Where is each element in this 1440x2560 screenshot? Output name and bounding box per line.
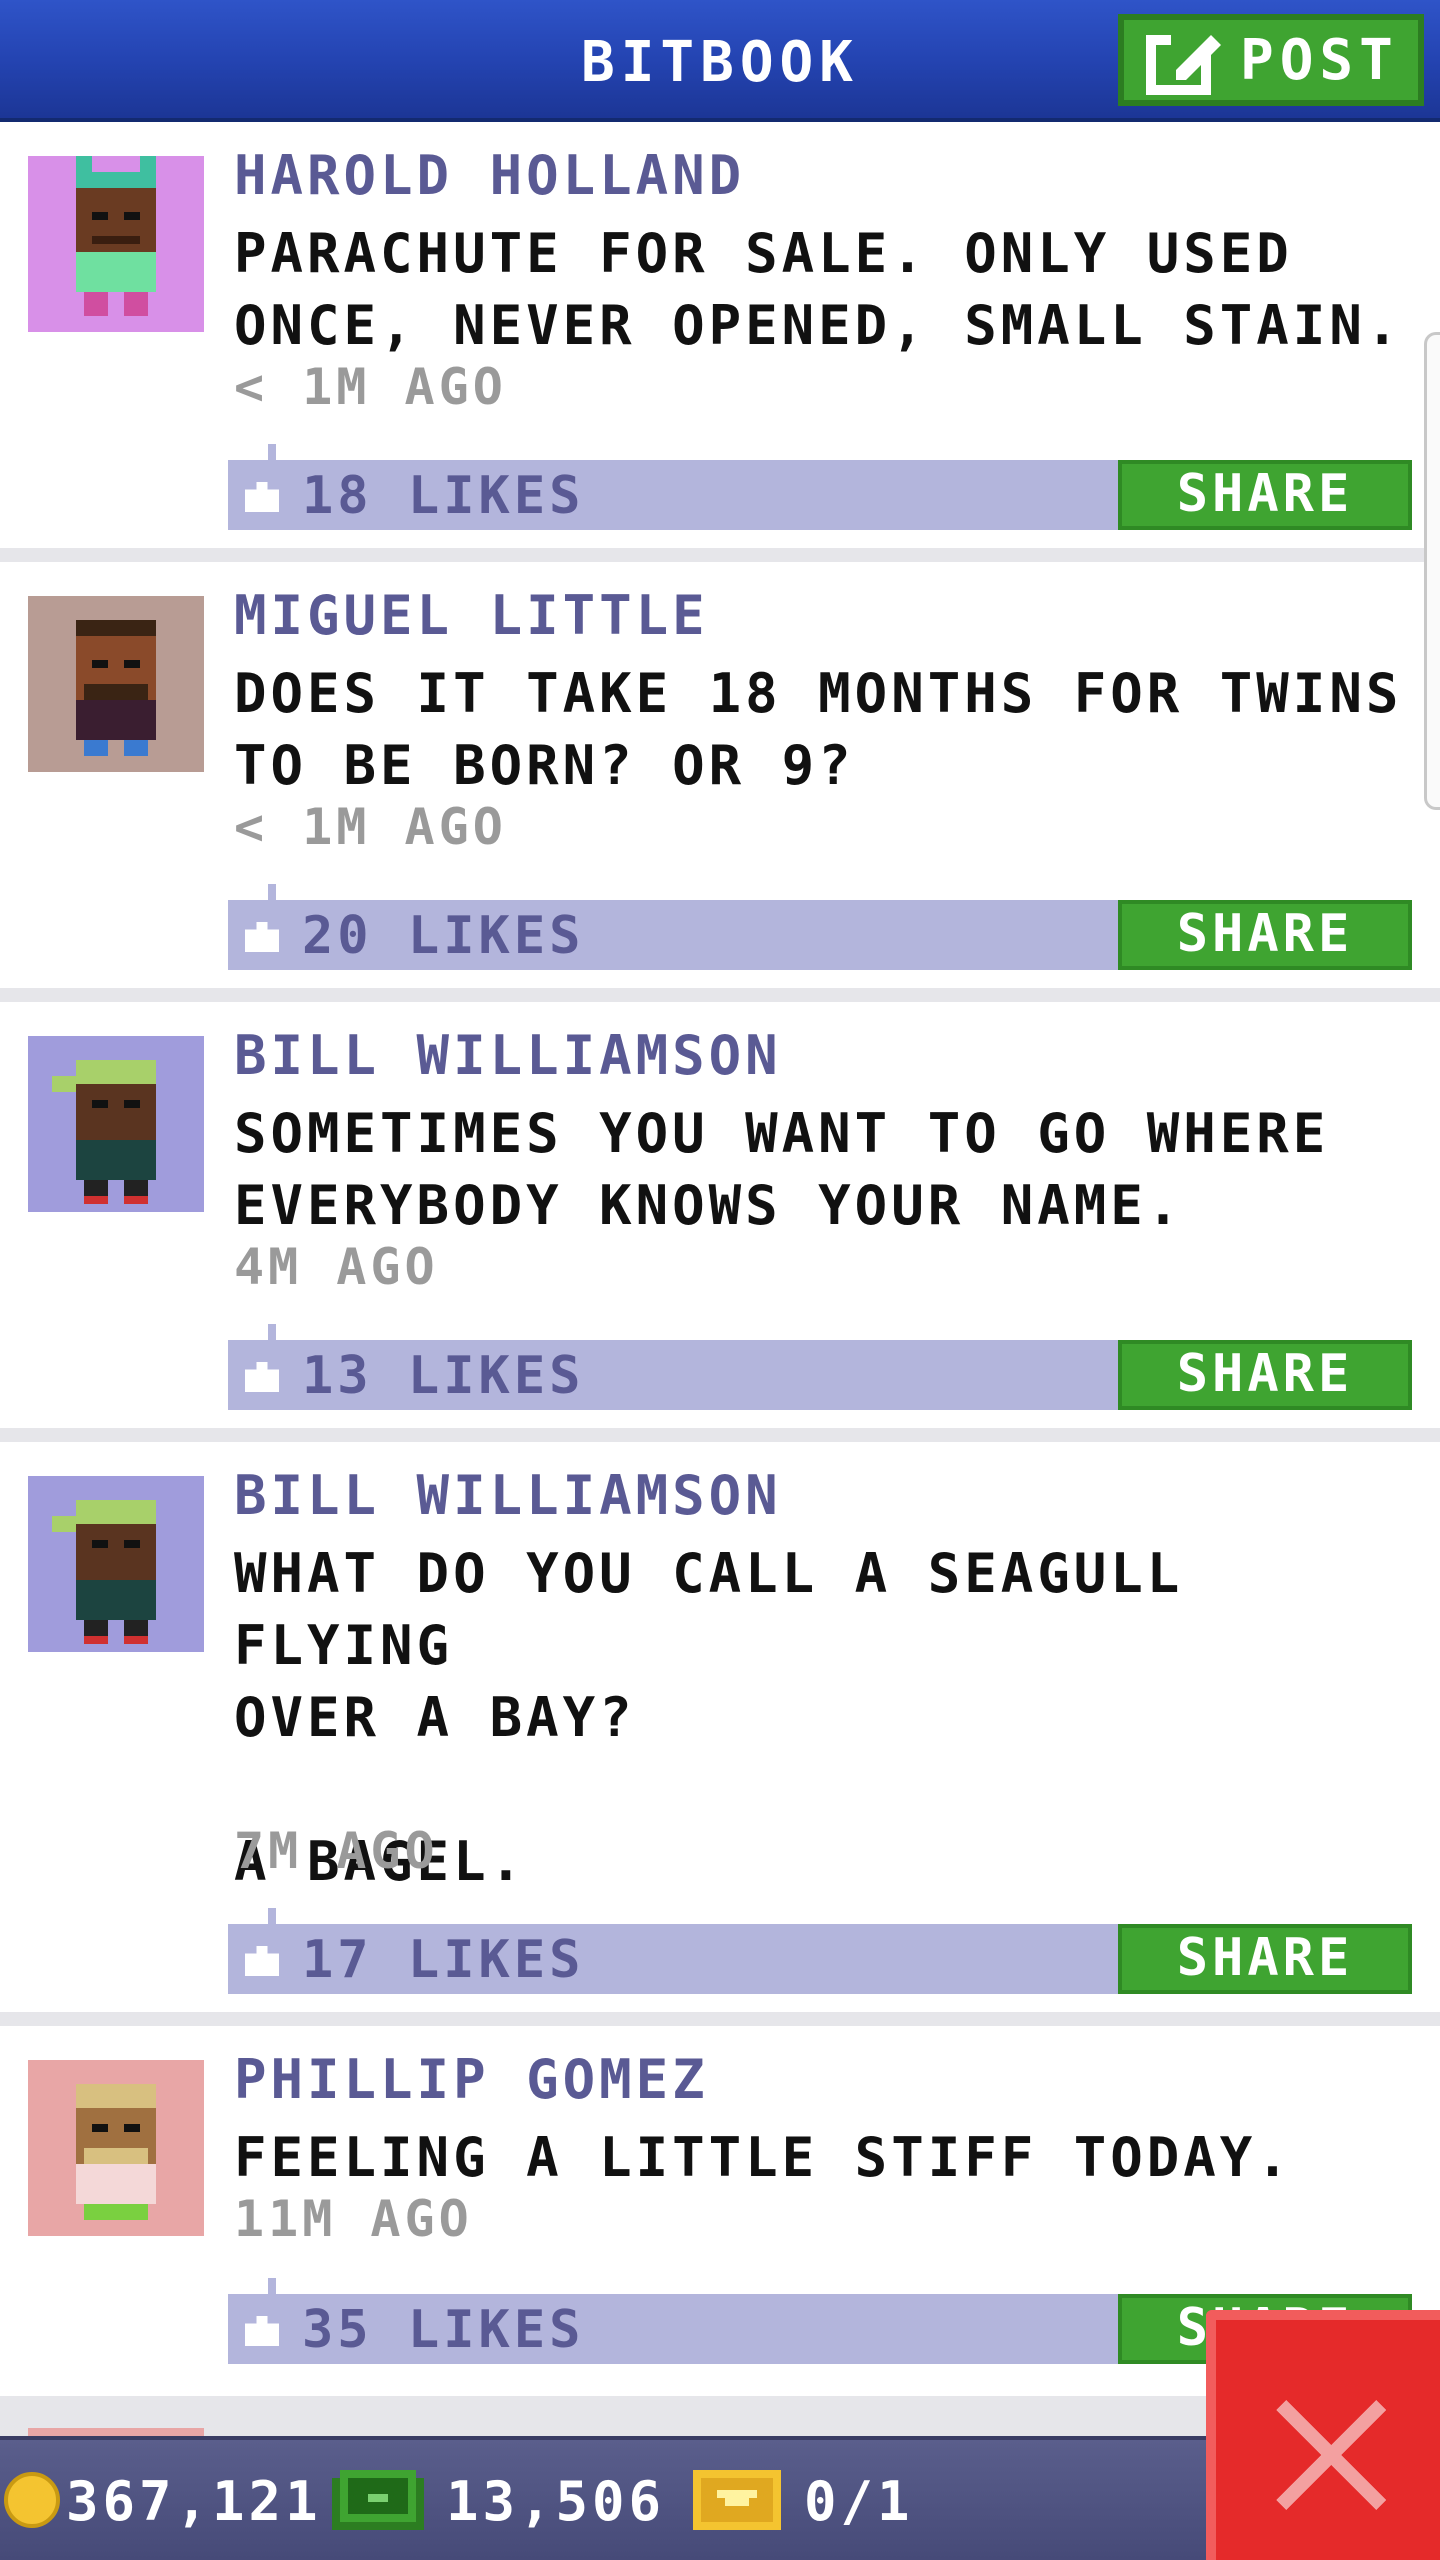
avatar <box>28 1476 204 1652</box>
scrollbar[interactable] <box>1424 332 1440 810</box>
thumbs-up-icon <box>245 1362 279 1392</box>
coin-icon <box>4 2472 60 2528</box>
close-button[interactable] <box>1206 2310 1440 2560</box>
post-time: 7M AGO <box>234 1822 439 1880</box>
like-count: 13 LIKES <box>302 1346 585 1406</box>
post-button-label: POST <box>1240 27 1399 93</box>
share-button[interactable]: SHARE <box>1118 460 1412 530</box>
cash-icon <box>332 2470 424 2530</box>
post-time: 11M AGO <box>234 2190 473 2248</box>
post-author[interactable]: HAROLD HOLLAND <box>234 144 745 207</box>
like-count: 17 LIKES <box>302 1930 585 1990</box>
post-time: < 1M AGO <box>234 358 507 416</box>
feed-list: HAROLD HOLLAND PARACHUTE FOR SALE. ONLY … <box>0 122 1440 2410</box>
like-bar-tab <box>268 2278 276 2294</box>
post-item: BILL WILLIAMSON WHAT DO YOU CALL A SEAGU… <box>0 1442 1440 2026</box>
post-time: 4M AGO <box>234 1238 439 1296</box>
like-bar-tab <box>268 444 276 460</box>
post-author[interactable]: BILL WILLIAMSON <box>234 1024 782 1087</box>
thumbs-up-icon <box>245 482 279 512</box>
post-item: HAROLD HOLLAND PARACHUTE FOR SALE. ONLY … <box>0 122 1440 562</box>
share-button[interactable]: SHARE <box>1118 1340 1412 1410</box>
like-bar-tab <box>268 1908 276 1924</box>
ticket-icon <box>693 2470 781 2530</box>
like-bar-tab <box>268 1324 276 1340</box>
post-time: < 1M AGO <box>234 798 507 856</box>
like-count: 35 LIKES <box>302 2300 585 2360</box>
share-button[interactable]: SHARE <box>1118 900 1412 970</box>
post-author[interactable]: MIGUEL LITTLE <box>234 584 709 647</box>
post-text: FEELING A LITTLE STIFF TODAY. <box>234 2126 1293 2189</box>
avatar-phillip-icon <box>28 2060 204 2236</box>
post-item: BILL WILLIAMSON SOMETIMES YOU WANT TO GO… <box>0 1002 1440 1442</box>
like-bar-tab <box>268 884 276 900</box>
post-text: PARACHUTE FOR SALE. ONLY USED ONCE, NEVE… <box>234 222 1403 357</box>
post-button[interactable]: POST <box>1118 14 1424 106</box>
coin-count: 367,121 <box>66 2470 322 2533</box>
avatar <box>28 2060 204 2236</box>
post-item: MIGUEL LITTLE DOES IT TAKE 18 MONTHS FOR… <box>0 562 1440 1002</box>
avatar <box>28 1036 204 1212</box>
avatar <box>28 596 204 772</box>
thumbs-up-icon <box>245 922 279 952</box>
post-text: DOES IT TAKE 18 MONTHS FOR TWINS TO BE B… <box>234 662 1403 797</box>
app-header: BITBOOK POST <box>0 0 1440 122</box>
avatar-bill-icon <box>28 1036 204 1212</box>
ticket-count: 0/1 <box>804 2470 914 2533</box>
avatar-bill-icon <box>28 1476 204 1652</box>
avatar-harold-icon <box>28 156 204 332</box>
avatar <box>28 156 204 332</box>
avatar-miguel-icon <box>28 596 204 772</box>
post-text: SOMETIMES YOU WANT TO GO WHERE EVERYBODY… <box>234 1102 1330 1237</box>
close-icon <box>1276 2400 1386 2510</box>
thumbs-up-icon <box>245 1946 279 1976</box>
thumbs-up-icon <box>245 2316 279 2346</box>
bux-count: 13,506 <box>446 2470 666 2533</box>
like-count: 18 LIKES <box>302 466 585 526</box>
compose-icon <box>1146 30 1221 95</box>
like-count: 20 LIKES <box>302 906 585 966</box>
post-author[interactable]: BILL WILLIAMSON <box>234 1464 782 1527</box>
share-button[interactable]: SHARE <box>1118 1924 1412 1994</box>
post-author[interactable]: PHILLIP GOMEZ <box>234 2048 709 2111</box>
